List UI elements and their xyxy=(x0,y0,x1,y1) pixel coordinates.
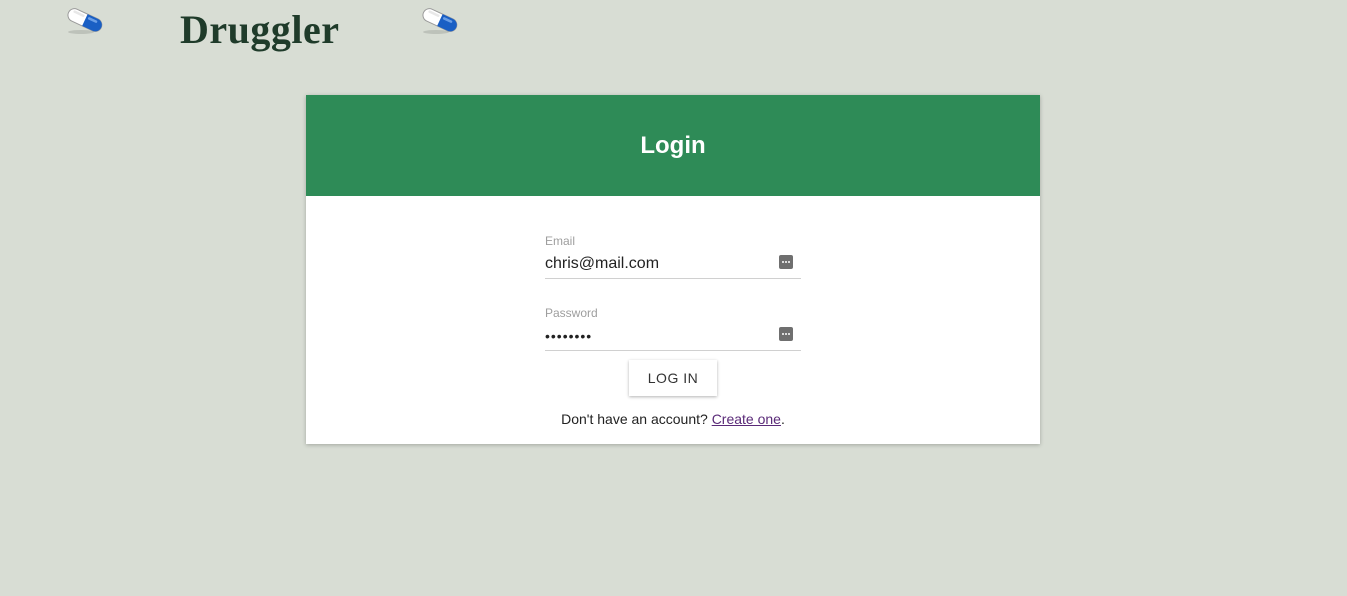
login-card: Login Email Password LOG IN Don't have a… xyxy=(306,95,1040,444)
password-input-row xyxy=(545,320,801,351)
signup-suffix: . xyxy=(780,411,785,427)
login-title: Login xyxy=(640,131,706,159)
email-input[interactable] xyxy=(545,252,770,276)
create-account-link[interactable]: Create one xyxy=(712,411,781,427)
password-manager-icon[interactable] xyxy=(779,327,793,341)
signup-prompt-line: Don't have an account? Create one. xyxy=(306,411,1040,427)
pill-capsule-icon xyxy=(67,8,103,34)
site-header: Druggler xyxy=(0,0,600,60)
login-button[interactable]: LOG IN xyxy=(629,360,717,396)
signup-prompt-text: Don't have an account? xyxy=(561,411,708,427)
login-card-header: Login xyxy=(306,95,1040,196)
pill-capsule-icon xyxy=(422,8,458,34)
email-input-row xyxy=(545,248,801,279)
password-manager-icon[interactable] xyxy=(779,255,793,269)
password-label: Password xyxy=(545,306,598,320)
brand-title: Druggler xyxy=(180,7,340,52)
email-field: Email xyxy=(545,234,801,279)
email-label: Email xyxy=(545,234,576,248)
password-input[interactable] xyxy=(545,324,770,348)
password-field: Password xyxy=(545,306,801,351)
